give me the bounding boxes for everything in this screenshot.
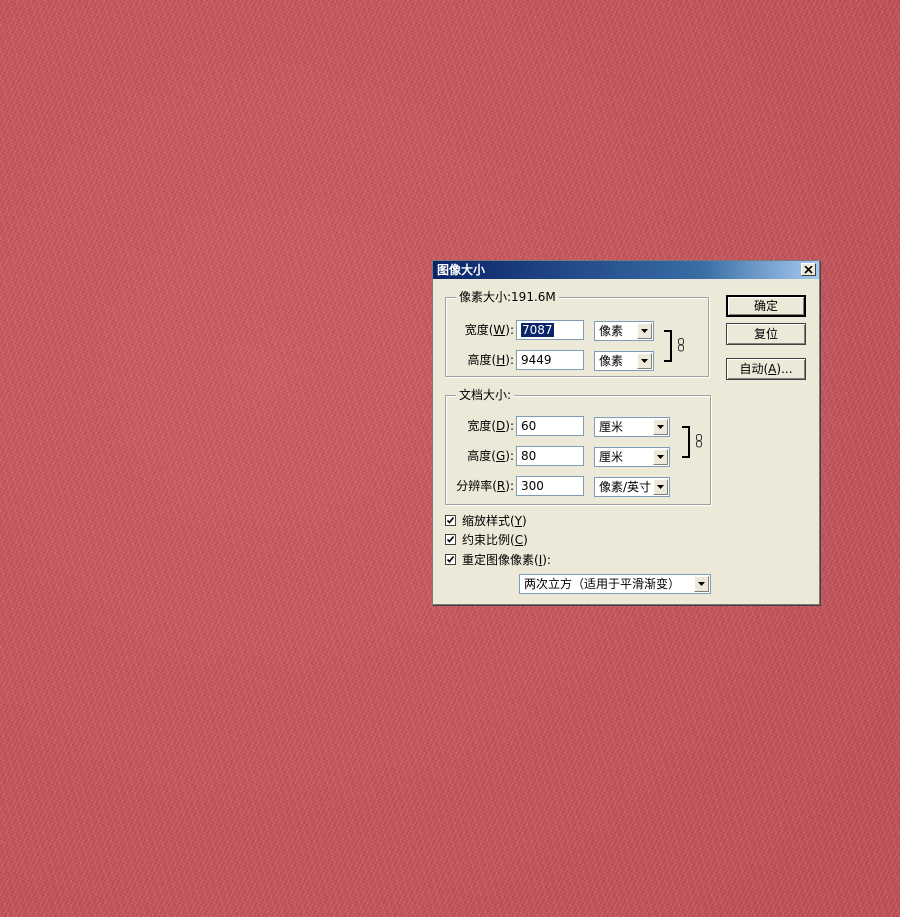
chevron-down-icon [653,479,668,495]
resample-image-checkbox[interactable] [445,554,456,565]
close-icon [804,265,813,274]
pixel-height-label: 高度(H): [467,353,514,367]
checkmark-icon [446,536,455,543]
resolution-label: 分辨率(R): [456,479,514,493]
pixel-width-input[interactable]: 7087 [516,320,584,340]
doc-height-unit-select[interactable]: 厘米 [594,447,670,467]
pixel-dimensions-legend: 像素大小:191.6M [456,290,559,304]
close-button[interactable] [801,263,816,276]
constrain-proportions-checkbox[interactable] [445,534,456,545]
doc-height-label: 高度(G): [467,449,514,463]
pixel-width-label: 宽度(W): [464,323,514,337]
chain-link-icon [696,434,702,448]
resolution-input[interactable]: 300 [516,476,584,496]
chevron-down-icon [637,353,652,369]
doc-width-input[interactable]: 60 [516,416,584,436]
ok-button[interactable]: 确定 [726,295,806,317]
constrain-proportions-label: 约束比例(C) [462,533,528,547]
checkmark-icon [446,556,455,563]
pixel-height-input[interactable]: 9449 [516,350,584,370]
document-size-legend: 文档大小: [456,388,515,402]
scale-styles-label: 缩放样式(Y) [462,514,527,528]
chevron-down-icon [653,419,668,435]
image-size-dialog: 图像大小 像素大小:191.6M 宽度(W): 7087 像素 高度(H): 9… [432,260,820,605]
document-size-group: 文档大小: 宽度(D): 60 厘米 高度(G): 80 厘米 分辨率(R): … [445,388,711,505]
checkmark-icon [446,517,455,524]
dialog-titlebar: 图像大小 [433,261,819,279]
pixel-link-bracket [664,330,672,362]
auto-button[interactable]: 自动(A)... [726,358,806,380]
resample-image-label: 重定图像像素(I): [462,553,551,567]
chevron-down-icon [637,323,652,339]
chain-link-icon [678,338,684,352]
resample-method-select[interactable]: 两次立方（适用于平滑渐变） [519,574,711,594]
scale-styles-checkbox[interactable] [445,515,456,526]
document-link-bracket [682,426,690,458]
doc-width-unit-select[interactable]: 厘米 [594,417,670,437]
chevron-down-icon [694,576,709,592]
pixel-height-unit-select[interactable]: 像素 [594,351,654,371]
pixel-dimensions-group: 像素大小:191.6M 宽度(W): 7087 像素 高度(H): 9449 像… [445,290,709,377]
pixel-width-unit-select[interactable]: 像素 [594,321,654,341]
resolution-unit-select[interactable]: 像素/英寸 [594,477,670,497]
doc-height-input[interactable]: 80 [516,446,584,466]
reset-button[interactable]: 复位 [726,323,806,345]
chevron-down-icon [653,449,668,465]
doc-width-label: 宽度(D): [467,419,514,433]
dialog-title: 图像大小 [437,263,486,277]
